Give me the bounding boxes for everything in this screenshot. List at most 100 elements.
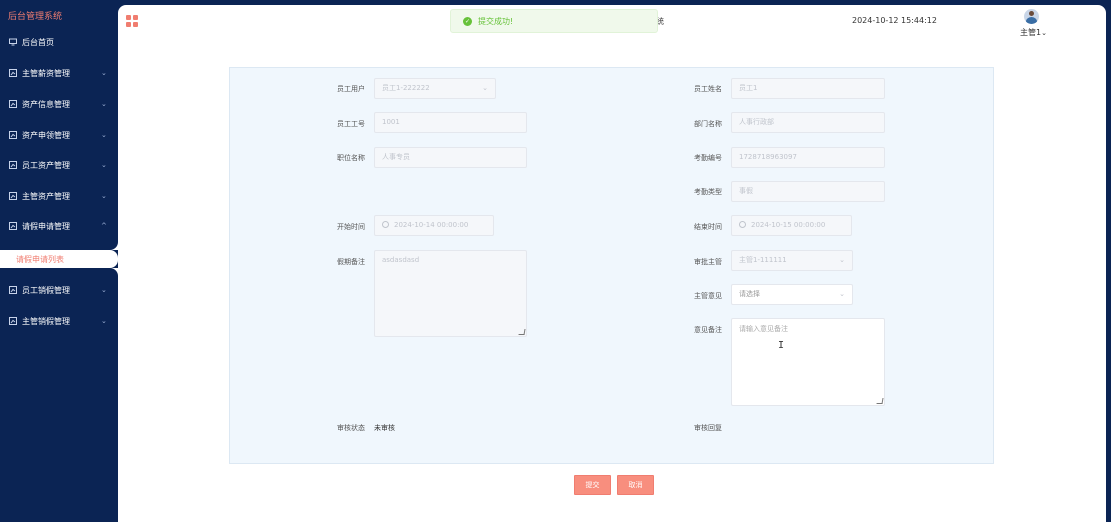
- chevron-down-icon: ⌄: [482, 84, 488, 92]
- chart-icon: [9, 317, 17, 325]
- main-content: 统 ✓ 提交成功! 2024-10-12 15:44:12 主管1⌄ 员工用户 …: [118, 5, 1106, 522]
- sidebar-item-label: 主管薪资管理: [22, 68, 70, 78]
- submit-button[interactable]: 提交: [574, 475, 611, 495]
- position-value: 人事专员: [382, 153, 410, 161]
- sidebar-item-label: 主管资产管理: [22, 191, 70, 201]
- chart-icon: [9, 131, 17, 139]
- approver-select[interactable]: 主管1-111111 ⌄: [731, 250, 853, 271]
- chevron-down-icon: ⌄: [101, 161, 107, 169]
- employee-user-value: 员工1-222222: [382, 84, 430, 92]
- sidebar: 后台管理系统 后台首页 主管薪资管理 ⌄ 资产信息管理 ⌄ 资产申领管理 ⌄ 员…: [0, 0, 118, 522]
- chart-icon: [9, 192, 17, 200]
- start-time-value: 2024-10-14 00:00:00: [394, 221, 469, 229]
- attendance-no-input[interactable]: 1728718963097: [731, 147, 885, 168]
- sidebar-item-label: 资产信息管理: [22, 99, 70, 109]
- opinion-placeholder: 请选择: [739, 290, 760, 298]
- employee-user-label: 员工用户: [337, 85, 365, 93]
- chevron-down-icon: ⌄: [839, 290, 845, 298]
- grid-cell: [126, 22, 131, 27]
- sidebar-item-label: 员工资产管理: [22, 160, 70, 170]
- user-menu[interactable]: 主管1⌄: [1020, 27, 1047, 38]
- clock-icon: [739, 221, 746, 228]
- attendance-type-value: 事假: [739, 187, 753, 195]
- sidebar-item-label: 后台首页: [22, 37, 54, 47]
- sidebar-item-manager-salary[interactable]: 主管薪资管理 ⌄: [0, 63, 118, 83]
- attendance-type-input[interactable]: 事假: [731, 181, 885, 202]
- opinion-label: 主管意见: [694, 292, 722, 300]
- employee-no-value: 1001: [382, 118, 400, 126]
- sidebar-item-asset-info[interactable]: 资产信息管理 ⌄: [0, 94, 118, 114]
- avatar[interactable]: [1024, 9, 1039, 24]
- employee-name-label: 员工姓名: [694, 85, 722, 93]
- sidebar-item-label: 主管销假管理: [22, 316, 70, 326]
- monitor-icon: [9, 38, 17, 46]
- resize-handle-icon[interactable]: [518, 329, 526, 335]
- attendance-no-label: 考勤编号: [694, 154, 722, 162]
- grid-cell: [133, 22, 138, 27]
- sidebar-item-leave-application[interactable]: 请假申请管理 ^: [0, 216, 118, 236]
- chevron-down-icon: ⌄: [1041, 29, 1047, 37]
- end-time-value: 2024-10-15 00:00:00: [751, 221, 826, 229]
- employee-name-input[interactable]: 员工1: [731, 78, 885, 99]
- success-toast: ✓ 提交成功!: [450, 9, 658, 33]
- employee-name-value: 员工1: [739, 84, 758, 92]
- sidebar-item-asset-claim[interactable]: 资产申领管理 ⌄: [0, 125, 118, 145]
- department-input[interactable]: 人事行政部: [731, 112, 885, 133]
- clock-icon: [382, 221, 389, 228]
- leave-form-panel: 员工用户 员工1-222222 ⌄ 员工工号 1001 职位名称 人事专员 开始…: [229, 67, 994, 464]
- chevron-up-icon: ^: [101, 222, 107, 230]
- text-cursor-icon: I: [778, 340, 785, 351]
- leave-note-textarea[interactable]: asdasdasd: [374, 250, 527, 337]
- employee-user-select[interactable]: 员工1-222222 ⌄: [374, 78, 496, 99]
- user-name-label: 主管1: [1020, 28, 1042, 37]
- attendance-no-value: 1728718963097: [739, 153, 797, 161]
- toast-message: 提交成功!: [478, 17, 514, 26]
- leave-note-label: 假期备注: [337, 258, 365, 266]
- opinion-note-placeholder: 请输入意见备注: [739, 325, 788, 333]
- chevron-down-icon: ⌄: [839, 256, 845, 264]
- chevron-down-icon: ⌄: [101, 317, 107, 325]
- resize-handle-icon[interactable]: [876, 398, 884, 404]
- opinion-select[interactable]: 请选择 ⌄: [731, 284, 853, 305]
- attendance-type-label: 考勤类型: [694, 188, 722, 196]
- sidebar-item-label: 资产申领管理: [22, 130, 70, 140]
- sidebar-subitem-leave-list[interactable]: 请假申请列表: [0, 250, 118, 268]
- sidebar-subitem-label: 请假申请列表: [16, 255, 64, 264]
- chart-icon: [9, 161, 17, 169]
- chart-icon: [9, 100, 17, 108]
- review-reply-label: 审核回复: [694, 424, 722, 432]
- department-label: 部门名称: [694, 120, 722, 128]
- position-label: 职位名称: [337, 154, 365, 162]
- position-input[interactable]: 人事专员: [374, 147, 527, 168]
- sidebar-item-label: 请假申请管理: [22, 221, 70, 231]
- employee-no-label: 员工工号: [337, 120, 365, 128]
- chart-icon: [9, 69, 17, 77]
- review-status-value: 未审核: [374, 424, 395, 432]
- sidebar-item-manager-leave-cancel[interactable]: 主管销假管理 ⌄: [0, 311, 118, 331]
- chevron-down-icon: ⌄: [101, 100, 107, 108]
- chevron-down-icon: ⌄: [101, 131, 107, 139]
- employee-no-input[interactable]: 1001: [374, 112, 527, 133]
- brand-title: 后台管理系统: [8, 12, 63, 22]
- sidebar-item-manager-assets[interactable]: 主管资产管理 ⌄: [0, 186, 118, 206]
- end-time-picker[interactable]: 2024-10-15 00:00:00: [731, 215, 852, 236]
- avatar-head: [1029, 11, 1034, 16]
- chart-icon: [9, 286, 17, 294]
- chevron-down-icon: ⌄: [101, 69, 107, 77]
- sidebar-item-employee-assets[interactable]: 员工资产管理 ⌄: [0, 155, 118, 175]
- chevron-down-icon: ⌄: [101, 192, 107, 200]
- end-time-label: 结束时间: [694, 223, 722, 231]
- sidebar-item-label: 员工销假管理: [22, 285, 70, 295]
- menu-grid-icon[interactable]: [126, 15, 138, 27]
- sidebar-item-employee-leave-cancel[interactable]: 员工销假管理 ⌄: [0, 280, 118, 300]
- chart-icon: [9, 222, 17, 230]
- sidebar-item-home[interactable]: 后台首页: [0, 32, 118, 52]
- approver-label: 审批主管: [694, 258, 722, 266]
- start-time-picker[interactable]: 2024-10-14 00:00:00: [374, 215, 494, 236]
- approver-value: 主管1-111111: [739, 256, 787, 264]
- leave-note-value: asdasdasd: [382, 256, 420, 264]
- opinion-note-textarea[interactable]: 请输入意见备注: [731, 318, 885, 406]
- check-circle-icon: ✓: [463, 17, 472, 26]
- cancel-button[interactable]: 取消: [617, 475, 654, 495]
- grid-cell: [133, 15, 138, 20]
